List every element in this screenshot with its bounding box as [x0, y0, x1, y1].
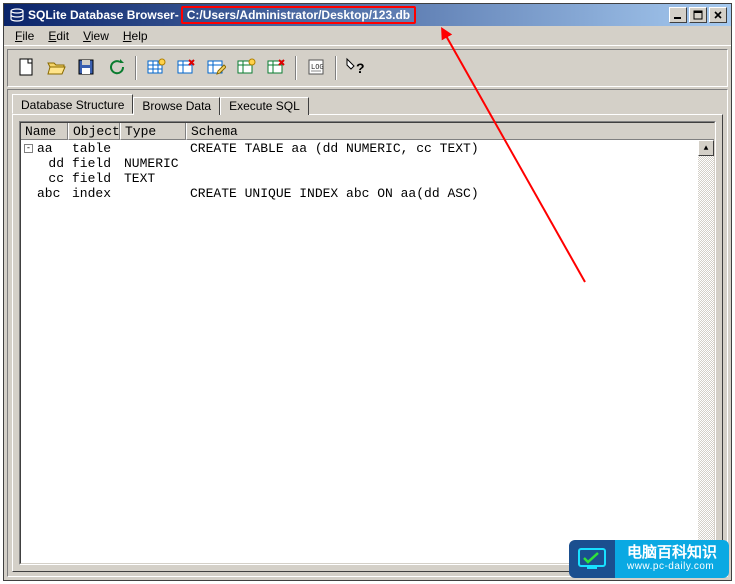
titlebar-app-name: SQLite Database Browser — [28, 8, 175, 22]
tabs: Database StructureBrowse DataExecute SQL — [12, 94, 723, 114]
open-icon — [46, 57, 66, 80]
watermark-icon — [569, 540, 615, 578]
log-icon: LOG — [306, 57, 326, 80]
toolbar-separator — [295, 56, 297, 80]
cell-name: abc — [20, 186, 68, 201]
menu-edit[interactable]: Edit — [41, 27, 76, 45]
table-edit-icon — [206, 57, 226, 80]
titlebar-separator: - — [175, 8, 179, 22]
toolbar: LOG? — [7, 49, 728, 87]
maximize-button[interactable] — [689, 7, 707, 23]
cell-name: dd — [20, 156, 68, 171]
tab-sql[interactable]: Execute SQL — [220, 97, 309, 115]
listview-header: Name Object Type Schema — [20, 122, 715, 140]
vertical-scrollbar[interactable]: ▲ ▼ — [698, 140, 714, 563]
whatsthis-button[interactable]: ? — [342, 54, 370, 82]
index-del-icon — [266, 57, 286, 80]
row-name-text: dd — [48, 156, 64, 171]
menubar: File Edit View Help — [4, 26, 731, 46]
content-area: Database StructureBrowse DataExecute SQL… — [7, 89, 728, 577]
listview-body[interactable]: -aatable CREATE TABLE aa (dd NUMERIC, cc … — [20, 140, 715, 564]
row-name-text: aa — [37, 141, 53, 156]
create-index-button[interactable] — [232, 54, 260, 82]
watermark: 电脑百科知识 www.pc-daily.com — [569, 540, 729, 578]
cell-schema: CREATE TABLE aa (dd NUMERIC, cc TEXT) — [186, 141, 715, 156]
open-db-button[interactable] — [42, 54, 70, 82]
svg-text:?: ? — [356, 60, 365, 76]
cell-object: index — [68, 186, 120, 201]
create-table-button[interactable] — [142, 54, 170, 82]
titlebar-file-path: C:/Users/Administrator/Desktop/123.db — [181, 6, 416, 24]
svg-text:LOG: LOG — [311, 63, 324, 71]
cell-object: table — [68, 141, 120, 156]
delete-table-button[interactable] — [172, 54, 200, 82]
app-icon — [9, 7, 25, 23]
structure-listview[interactable]: Name Object Type Schema -aatable CREATE T… — [19, 121, 716, 565]
menu-help[interactable]: Help — [116, 27, 155, 45]
row-name-text: cc — [48, 171, 64, 186]
modify-table-button[interactable] — [202, 54, 230, 82]
cell-schema: CREATE UNIQUE INDEX abc ON aa(dd ASC) — [186, 186, 715, 201]
help-icon: ? — [345, 57, 367, 80]
new-db-button[interactable] — [12, 54, 40, 82]
delete-index-button[interactable] — [262, 54, 290, 82]
save-icon — [76, 57, 96, 80]
col-name[interactable]: Name — [20, 122, 68, 140]
table-row[interactable]: -aatable CREATE TABLE aa (dd NUMERIC, cc … — [20, 141, 715, 156]
revert-button[interactable] — [102, 54, 130, 82]
cell-object: field — [68, 156, 120, 171]
menu-view[interactable]: View — [76, 27, 116, 45]
cell-name: cc — [20, 171, 68, 186]
table-row[interactable]: ddfieldNUMERIC — [20, 156, 715, 171]
minimize-button[interactable] — [669, 7, 687, 23]
cell-type: TEXT — [120, 171, 186, 186]
watermark-line2: www.pc-daily.com — [627, 561, 717, 573]
table-row[interactable]: ccfieldTEXT — [20, 171, 715, 186]
menu-file[interactable]: File — [8, 27, 41, 45]
tab-structure[interactable]: Database Structure — [12, 94, 133, 114]
log-button[interactable]: LOG — [302, 54, 330, 82]
col-object[interactable]: Object — [68, 122, 120, 140]
tree-toggle-icon[interactable]: - — [24, 144, 33, 153]
table-del-icon — [176, 57, 196, 80]
col-type[interactable]: Type — [120, 122, 186, 140]
table-new-icon — [146, 57, 166, 80]
row-name-text: abc — [37, 186, 60, 201]
watermark-line1: 电脑百科知识 — [627, 545, 717, 561]
cell-name: -aa — [20, 141, 68, 156]
cell-type: NUMERIC — [120, 156, 186, 171]
scroll-up-button[interactable]: ▲ — [698, 140, 714, 156]
app-window: SQLite Database Browser - C:/Users/Admin… — [3, 3, 732, 581]
toolbar-separator — [335, 56, 337, 80]
table-row[interactable]: abc index CREATE UNIQUE INDEX abc ON aa(dd… — [20, 186, 715, 201]
titlebar[interactable]: SQLite Database Browser - C:/Users/Admin… — [4, 4, 731, 26]
close-button[interactable] — [709, 7, 727, 23]
col-schema[interactable]: Schema — [186, 122, 715, 140]
new-icon — [16, 57, 36, 80]
save-db-button[interactable] — [72, 54, 100, 82]
toolbar-separator — [135, 56, 137, 80]
tab-body-structure: Name Object Type Schema -aatable CREATE T… — [12, 114, 723, 572]
revert-icon — [106, 57, 126, 80]
tab-browse[interactable]: Browse Data — [133, 97, 220, 115]
scroll-track[interactable] — [698, 156, 714, 547]
index-new-icon — [236, 57, 256, 80]
cell-object: field — [68, 171, 120, 186]
